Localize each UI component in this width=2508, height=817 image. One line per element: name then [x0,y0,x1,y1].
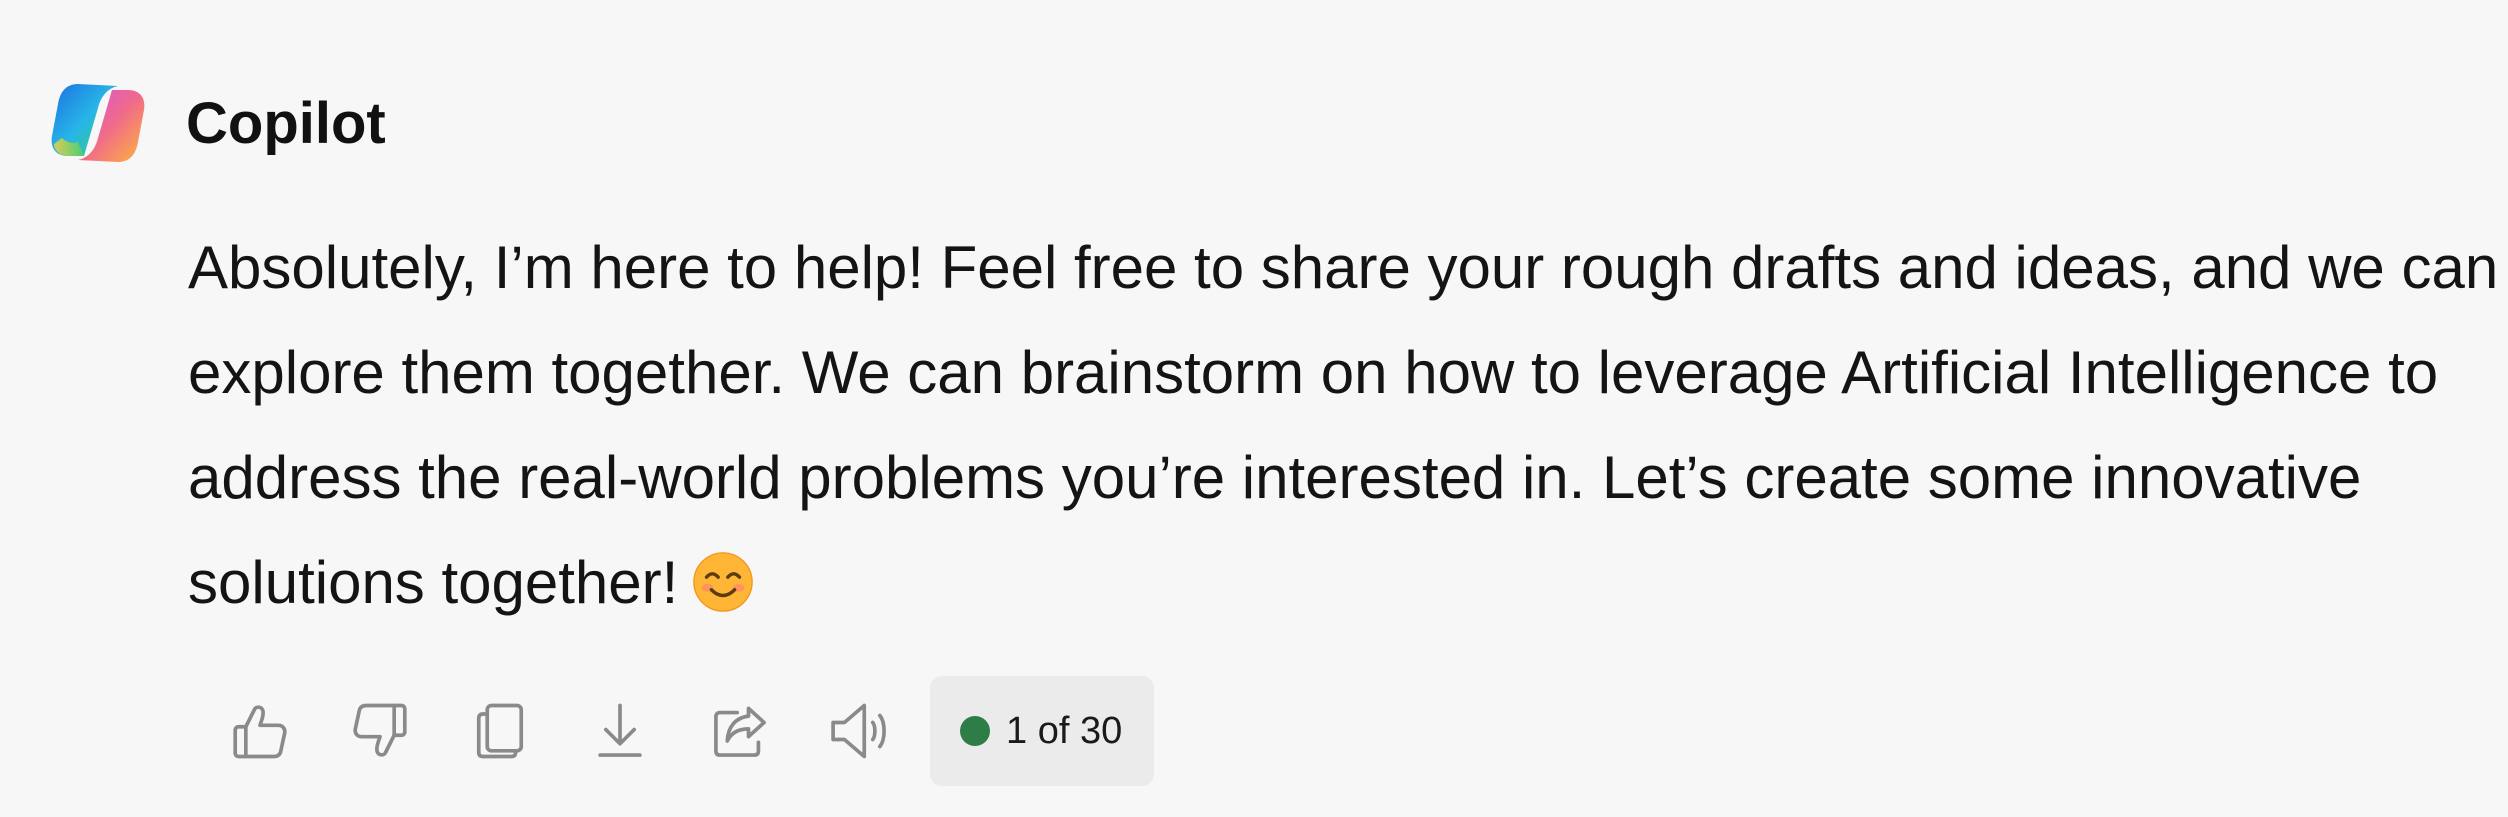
share-icon [714,706,766,757]
counter-label: 1 of 30 [1006,709,1123,752]
like-button[interactable] [200,676,320,786]
read-aloud-button[interactable] [800,676,920,786]
thumbs-up-icon [233,705,287,759]
message-line: address the real-world problems you’re i… [188,444,2362,511]
message-line-last: solutions together! [188,530,2478,635]
message-line: explore them together. We can brainstorm… [188,339,2439,406]
status-dot [960,716,990,746]
smiling-face-emoji [693,552,754,612]
copilot-message: Copilot Absolutely, I’m here to help! Fe… [0,0,2508,817]
download-button[interactable] [560,676,680,786]
message-header: Copilot [48,78,386,168]
share-button[interactable] [680,676,800,786]
speaker-icon [831,703,886,759]
dislike-button[interactable] [320,676,440,786]
message-actions: 1 of 30 [200,676,1155,786]
copy-button[interactable] [440,676,560,786]
copy-icon [476,703,524,759]
message-line-text: solutions together! [188,549,679,616]
message-line: Absolutely, I’m here to help! Feel free … [188,234,2499,301]
response-counter[interactable]: 1 of 30 [930,676,1155,786]
thumbs-down-icon [353,703,407,757]
sender-name: Copilot [186,90,386,156]
copilot-logo-icon [51,84,145,162]
message-body: Absolutely, I’m here to help! Feel free … [188,215,2499,635]
download-icon [598,703,642,757]
